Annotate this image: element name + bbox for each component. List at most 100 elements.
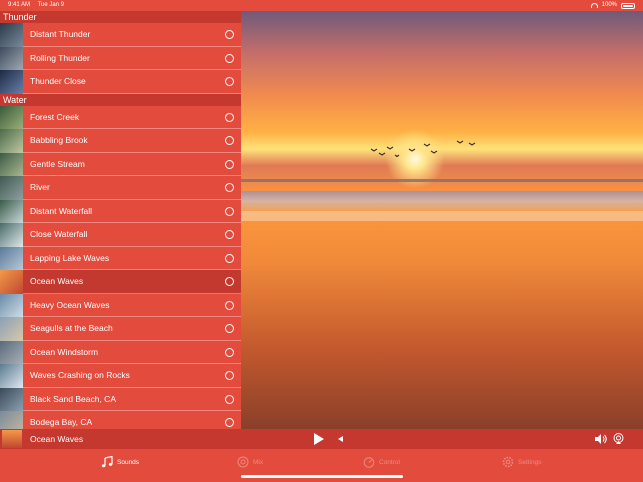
select-radio-icon[interactable] (225, 277, 234, 286)
select-radio-icon[interactable] (225, 30, 234, 39)
home-indicator[interactable] (241, 475, 403, 478)
sound-row[interactable]: Heavy Ocean Waves (0, 293, 241, 317)
select-radio-icon[interactable] (225, 253, 234, 263)
sound-thumbnail (0, 223, 23, 247)
sound-thumbnail (0, 270, 23, 294)
select-radio-icon[interactable] (225, 183, 234, 192)
sound-row[interactable]: Ocean Windstorm (0, 340, 241, 364)
sound-label: Seagulls at the Beach (23, 317, 241, 341)
music-note-icon (101, 456, 113, 468)
select-radio-icon[interactable] (225, 371, 234, 380)
select-radio-icon[interactable] (225, 347, 234, 357)
sound-row[interactable]: Seagulls at the Beach (0, 317, 241, 341)
sound-row[interactable]: Distant Waterfall (0, 199, 241, 223)
select-radio-icon[interactable] (225, 418, 234, 427)
sound-thumbnail (0, 246, 23, 270)
select-radio-icon[interactable] (225, 300, 234, 310)
gear-icon (502, 456, 514, 468)
sound-row[interactable]: Rolling Thunder (0, 46, 241, 70)
surf (241, 191, 643, 211)
sound-thumbnail (0, 293, 23, 317)
section-header: Thunder (0, 11, 241, 23)
sound-label: River (23, 176, 241, 200)
tab-settings[interactable]: Settings (502, 449, 542, 475)
sound-thumbnail (0, 70, 23, 94)
sound-row[interactable]: River (0, 176, 241, 200)
birds-icon (370, 140, 476, 158)
sound-thumbnail (0, 105, 23, 129)
tab-sounds-label: Sounds (117, 458, 140, 466)
select-radio-icon[interactable] (225, 230, 234, 239)
battery-percent: 100% (601, 2, 617, 8)
background-image (241, 11, 643, 429)
sound-row[interactable]: Bodega Bay, CA (0, 411, 241, 429)
sound-label: Distant Thunder (23, 23, 241, 47)
select-radio-icon[interactable] (225, 53, 234, 63)
airplay-icon[interactable] (613, 433, 624, 444)
status-left: 9:41 AM Tue Jan 9 (8, 0, 70, 11)
play-icon[interactable] (314, 433, 324, 445)
select-radio-icon[interactable] (225, 77, 234, 86)
sound-thumbnail (0, 46, 23, 70)
sound-label: Ocean Windstorm (23, 341, 241, 364)
sound-label: Babbling Brook (23, 129, 241, 153)
sound-thumbnail (0, 387, 23, 411)
wifi-icon (590, 3, 598, 8)
sound-thumbnail (0, 199, 23, 223)
sound-row[interactable]: Waves Crashing on Rocks (0, 364, 241, 388)
tab-settings-label: Settings (518, 458, 542, 466)
sound-thumbnail (0, 317, 23, 341)
sound-list[interactable]: Thunder Distant Thunder Rolling Thunder Thu… (0, 11, 241, 429)
player-bar: Ocean Waves (0, 429, 643, 449)
battery-icon (621, 2, 635, 9)
status-date: Tue Jan 9 (37, 2, 65, 8)
volume-icon[interactable] (595, 434, 607, 444)
sound-row[interactable]: Ocean Waves (0, 270, 241, 294)
select-radio-icon[interactable] (225, 324, 234, 333)
select-radio-icon[interactable] (225, 136, 234, 145)
sound-row[interactable]: Thunder Close (0, 70, 241, 94)
sound-label: Lapping Lake Waves (23, 247, 241, 270)
sound-row[interactable]: Lapping Lake Waves (0, 246, 241, 270)
sound-label: Distant Waterfall (23, 200, 241, 223)
sound-row[interactable]: Babbling Brook (0, 129, 241, 153)
sound-row[interactable]: Gentle Stream (0, 152, 241, 176)
sound-row[interactable]: Black Sand Beach, CA (0, 387, 241, 411)
tab-mix[interactable]: Mix (237, 449, 263, 475)
sound-label: Thunder Close (23, 70, 241, 94)
sound-thumbnail (0, 152, 23, 176)
tab-bar: Sounds Mix Control Settings (0, 449, 643, 482)
select-radio-icon[interactable] (225, 112, 234, 122)
sound-label: Rolling Thunder (23, 47, 241, 70)
sound-label: Close Waterfall (23, 223, 241, 247)
section-header: Water (0, 93, 241, 106)
sound-row[interactable]: Distant Thunder (0, 23, 241, 47)
now-playing-thumbnail (2, 430, 22, 448)
sound-label: Ocean Waves (23, 270, 241, 294)
sound-thumbnail (0, 176, 23, 200)
mix-icon (237, 456, 249, 468)
sound-thumbnail (0, 411, 23, 429)
select-radio-icon[interactable] (225, 394, 234, 404)
sound-row[interactable]: Close Waterfall (0, 223, 241, 247)
sound-row[interactable]: Forest Creek (0, 105, 241, 129)
sound-thumbnail (0, 340, 23, 364)
horizon (241, 179, 643, 182)
tab-sounds[interactable]: Sounds (101, 449, 139, 475)
sound-label: Bodega Bay, CA (23, 411, 241, 429)
status-time: 9:41 AM (8, 2, 31, 8)
tab-control[interactable]: Control (363, 449, 400, 475)
now-playing-title[interactable]: Ocean Waves (30, 429, 83, 449)
sound-label: Forest Creek (23, 106, 241, 129)
status-bar: 9:41 AM Tue Jan 9 100% (0, 0, 643, 11)
tab-control-label: Control (379, 458, 400, 466)
select-radio-icon[interactable] (225, 159, 234, 169)
collapse-icon[interactable] (338, 436, 343, 442)
sound-label: Black Sand Beach, CA (23, 388, 241, 411)
timer-icon (363, 457, 375, 468)
sound-label: Heavy Ocean Waves (23, 294, 241, 317)
sound-thumbnail (0, 364, 23, 388)
sound-thumbnail (0, 129, 23, 153)
sound-label: Waves Crashing on Rocks (23, 364, 241, 388)
select-radio-icon[interactable] (225, 206, 234, 216)
